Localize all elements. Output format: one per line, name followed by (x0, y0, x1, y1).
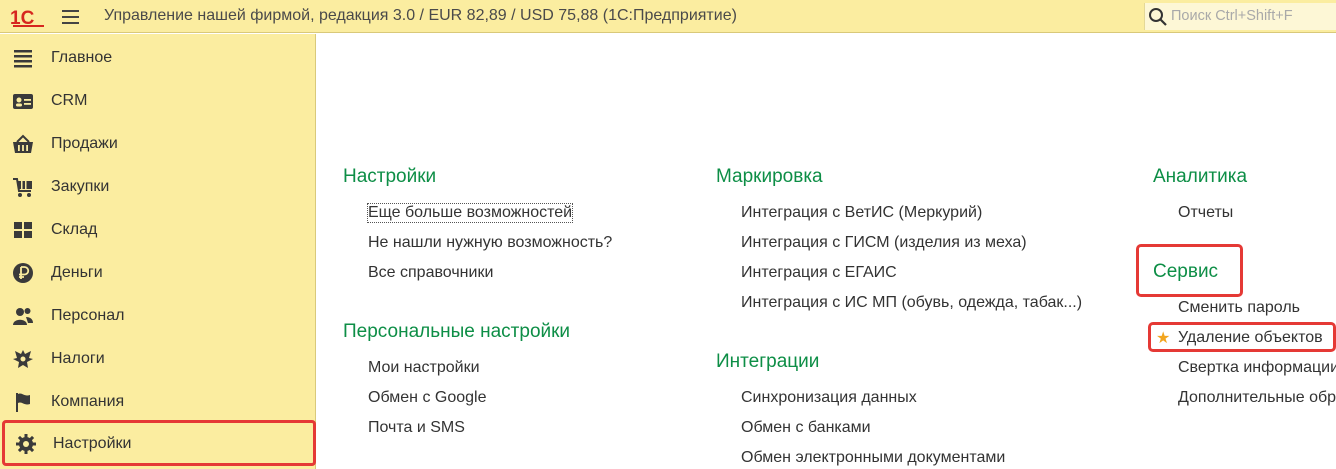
sidebar-item-label: CRM (51, 92, 88, 109)
sidebar-item-label: Деньги (51, 264, 103, 281)
sidebar-item-label: Продажи (51, 135, 118, 152)
sidebar-item-taxes[interactable]: Налоги (0, 337, 315, 380)
main-menu-icon[interactable] (60, 6, 82, 28)
link-all-catalogs[interactable]: Все справочники (368, 264, 493, 282)
section-title-service: Сервис (1153, 261, 1219, 282)
link-edi-exchange[interactable]: Обмен электронными документами (741, 449, 1005, 467)
link-google-exchange[interactable]: Обмен с Google (368, 389, 486, 407)
top-bar: 1С Управление нашей фирмой, редакция 3.0… (0, 0, 1336, 33)
link-info-rollup[interactable]: Свертка информации (1178, 359, 1336, 377)
eagle-icon (13, 350, 33, 368)
link-additional-processing[interactable]: Дополнительные обработки (1178, 389, 1336, 407)
link-bank-exchange[interactable]: Обмен с банками (741, 419, 871, 437)
sidebar-item-warehouse[interactable]: Склад (0, 208, 315, 251)
sidebar-item-label: Склад (51, 221, 98, 238)
search-placeholder: Поиск Ctrl+Shift+F (1171, 8, 1293, 24)
link-mail-sms[interactable]: Почта и SMS (368, 419, 465, 437)
link-data-sync[interactable]: Синхронизация данных (741, 389, 917, 407)
section-title-analytics: Аналитика (1153, 166, 1248, 187)
contact-card-icon (13, 94, 33, 109)
link-egais[interactable]: Интеграция с ЕГАИС (741, 264, 897, 282)
section-title-marking: Маркировка (716, 166, 823, 187)
section-title-integrations: Интеграции (716, 351, 820, 372)
sidebar-item-money[interactable]: Деньги (0, 251, 315, 294)
grid-icon (14, 222, 32, 238)
flag-icon (16, 393, 30, 412)
link-reports[interactable]: Отчеты (1178, 204, 1233, 222)
basket-icon (13, 134, 33, 153)
sidebar: Главное CRM Продажи Закупки Склад Деньги… (0, 34, 316, 469)
link-my-settings[interactable]: Мои настройки (368, 359, 480, 377)
ruble-icon (13, 263, 33, 283)
gear-icon (16, 434, 36, 454)
link-is-mp[interactable]: Интеграция с ИС МП (обувь, одежда, табак… (741, 294, 1082, 312)
sidebar-item-crm[interactable]: CRM (0, 79, 315, 122)
link-vetis[interactable]: Интеграция с ВетИС (Меркурий) (741, 204, 982, 222)
sidebar-item-personnel[interactable]: Персонал (0, 294, 315, 337)
sidebar-item-label: Персонал (51, 307, 125, 324)
sidebar-item-company[interactable]: Компания (0, 380, 315, 423)
sidebar-item-label: Компания (51, 393, 125, 410)
app-title: Управление нашей фирмой, редакция 3.0 / … (104, 7, 737, 24)
sidebar-item-label: Налоги (51, 350, 105, 367)
1c-logo[interactable]: 1С (10, 6, 46, 28)
people-icon (13, 308, 33, 325)
cart-icon (13, 178, 32, 197)
search-icon (1149, 8, 1167, 26)
sidebar-item-label: Закупки (51, 178, 110, 195)
link-not-found-feature[interactable]: Не нашли нужную возможность? (368, 234, 612, 252)
favorite-star-icon[interactable]: ★ (1156, 328, 1170, 348)
sidebar-item-main[interactable]: Главное (0, 36, 315, 79)
section-title-personal-settings: Персональные настройки (343, 321, 571, 342)
sidebar-item-sales[interactable]: Продажи (0, 122, 315, 165)
section-title-settings: Настройки (343, 166, 437, 187)
link-delete-objects[interactable]: Удаление объектов (1178, 329, 1323, 347)
sidebar-item-label: Настройки (53, 435, 132, 452)
list-icon (14, 50, 32, 68)
search-input[interactable]: Поиск Ctrl+Shift+F (1144, 3, 1336, 30)
link-gism[interactable]: Интеграция с ГИСМ (изделия из меха) (741, 234, 1027, 252)
link-change-password[interactable]: Сменить пароль (1178, 299, 1300, 317)
link-more-features[interactable]: Еще больше возможностей (366, 203, 574, 223)
sidebar-item-purchases[interactable]: Закупки (0, 165, 315, 208)
sidebar-item-settings[interactable]: Настройки (2, 420, 316, 466)
sidebar-item-label: Главное (51, 49, 113, 66)
